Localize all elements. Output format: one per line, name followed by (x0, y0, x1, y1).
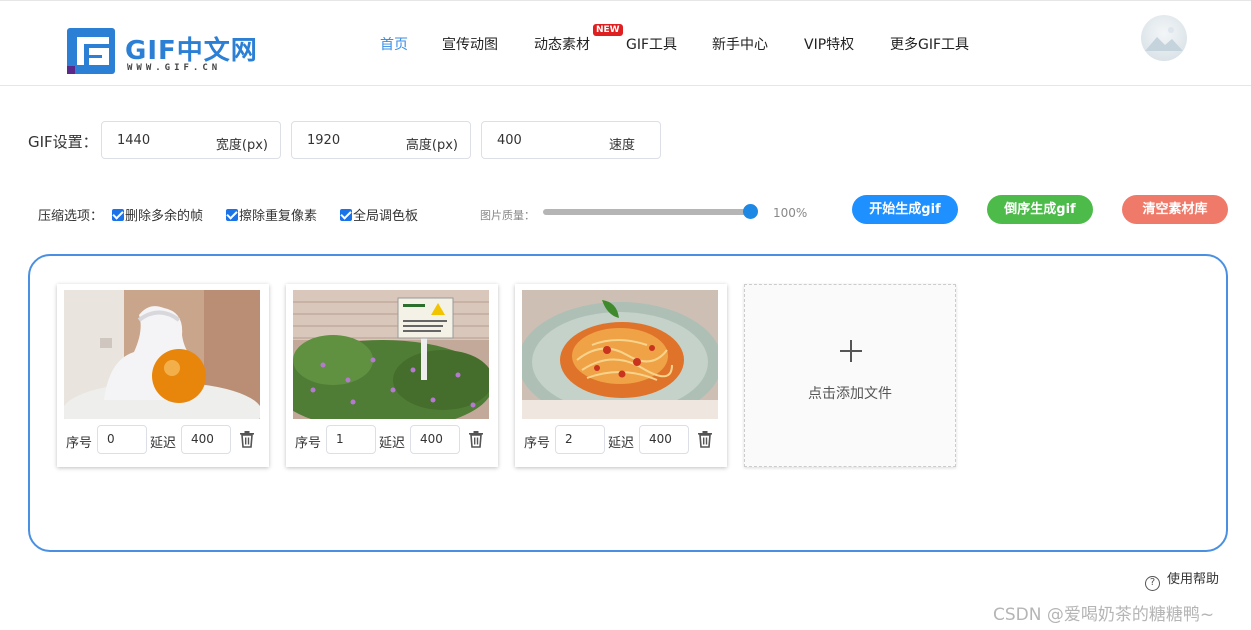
speed-unit: 速度 (608, 138, 635, 153)
trash-icon[interactable] (467, 430, 485, 448)
site-logo[interactable]: GIF中文网 WWW.GIF.CN (67, 28, 267, 76)
order-label: 序号 (66, 436, 93, 451)
nav-dynamic-assets[interactable]: 动态素材 (534, 34, 590, 54)
watermark: CSDN @爱喝奶茶的糖糖鸭~ (993, 605, 1215, 625)
order-input[interactable]: 1 (326, 425, 376, 454)
trash-icon[interactable] (238, 430, 256, 448)
frame-card: 序号 1 延迟 400 (286, 284, 498, 467)
frame-controls: 序号 1 延迟 400 (295, 425, 495, 455)
quality-value: 100% (773, 206, 808, 220)
trash-icon[interactable] (696, 430, 714, 448)
gif-settings-label: GIF设置： (28, 133, 98, 151)
height-value[interactable]: 1920 (307, 133, 340, 148)
order-label: 序号 (295, 436, 322, 451)
add-file-button[interactable]: 点击添加文件 (744, 284, 956, 467)
checkbox-checked-icon[interactable] (226, 209, 238, 221)
delay-label: 延迟 (379, 436, 406, 451)
nav-beginner-center[interactable]: 新手中心 (712, 34, 768, 54)
frame-controls: 序号 0 延迟 400 (66, 425, 266, 455)
avatar-placeholder-icon (1145, 27, 1183, 51)
width-field[interactable]: 1440 宽度(px) (101, 121, 281, 159)
checkbox-checked-icon[interactable] (340, 209, 352, 221)
frames-dropzone[interactable]: 序号 0 延迟 400 序号 1 延迟 400 序号 2 延迟 400 点击添加… (28, 254, 1228, 552)
quality-slider-track[interactable] (543, 209, 751, 215)
reverse-generate-button[interactable]: 倒序生成gif (987, 195, 1093, 224)
frame-card: 序号 0 延迟 400 (57, 284, 269, 467)
frame-card: 序号 2 延迟 400 (515, 284, 727, 467)
frame-thumbnail-statue (64, 290, 260, 419)
delay-input[interactable]: 400 (639, 425, 689, 454)
speed-value[interactable]: 400 (497, 133, 522, 148)
help-label: 使用帮助 (1167, 572, 1220, 587)
delay-label: 延迟 (150, 436, 177, 451)
delay-input[interactable]: 400 (410, 425, 460, 454)
nav-home[interactable]: 首页 (380, 34, 408, 54)
quality-label: 图片质量： (480, 209, 535, 222)
checkbox-label: 擦除重复像素 (239, 209, 318, 224)
nav-more-tools[interactable]: 更多GIF工具 (890, 34, 969, 54)
plus-icon (840, 340, 862, 362)
question-icon: ? (1145, 576, 1160, 591)
height-unit: 高度(px) (405, 138, 458, 153)
checkbox-erase-pixels[interactable]: 擦除重复像素 (226, 205, 317, 224)
order-input[interactable]: 0 (97, 425, 147, 454)
width-value[interactable]: 1440 (117, 133, 150, 148)
frame-thumbnail-flowers (293, 290, 489, 419)
new-badge: NEW (593, 24, 623, 36)
clear-library-button[interactable]: 清空素材库 (1122, 195, 1228, 224)
nav-promo-gifs[interactable]: 宣传动图 (442, 34, 498, 54)
quality-slider-handle[interactable] (743, 204, 758, 219)
frame-controls: 序号 2 延迟 400 (524, 425, 724, 455)
avatar[interactable] (1141, 15, 1187, 61)
checkbox-remove-frames[interactable]: 删除多余的帧 (112, 205, 203, 224)
order-input[interactable]: 2 (555, 425, 605, 454)
width-unit: 宽度(px) (215, 138, 268, 153)
checkbox-label: 全局调色板 (353, 209, 419, 224)
speed-field[interactable]: 400 速度 (481, 121, 661, 159)
site-header: GIF中文网 WWW.GIF.CN 首页 宣传动图 动态素材 GIF工具 新手中… (0, 0, 1251, 86)
order-label: 序号 (524, 436, 551, 451)
start-generate-button[interactable]: 开始生成gif (852, 195, 958, 224)
nav-vip[interactable]: VIP特权 (804, 34, 854, 54)
logo-subtitle: WWW.GIF.CN (127, 63, 222, 73)
add-file-label: 点击添加文件 (808, 386, 892, 402)
checkbox-checked-icon[interactable] (112, 209, 124, 221)
compress-label: 压缩选项： (38, 209, 104, 224)
checkbox-label: 删除多余的帧 (125, 209, 204, 224)
nav-gif-tools[interactable]: GIF工具 (626, 34, 677, 54)
frame-thumbnail-spaghetti (522, 290, 718, 419)
help-link[interactable]: ? 使用帮助 (1145, 568, 1219, 591)
delay-label: 延迟 (608, 436, 635, 451)
logo-title: GIF中文网 (125, 36, 258, 66)
height-field[interactable]: 1920 高度(px) (291, 121, 471, 159)
delay-input[interactable]: 400 (181, 425, 231, 454)
checkbox-global-palette[interactable]: 全局调色板 (340, 205, 418, 224)
logo-mark-icon (67, 28, 115, 74)
